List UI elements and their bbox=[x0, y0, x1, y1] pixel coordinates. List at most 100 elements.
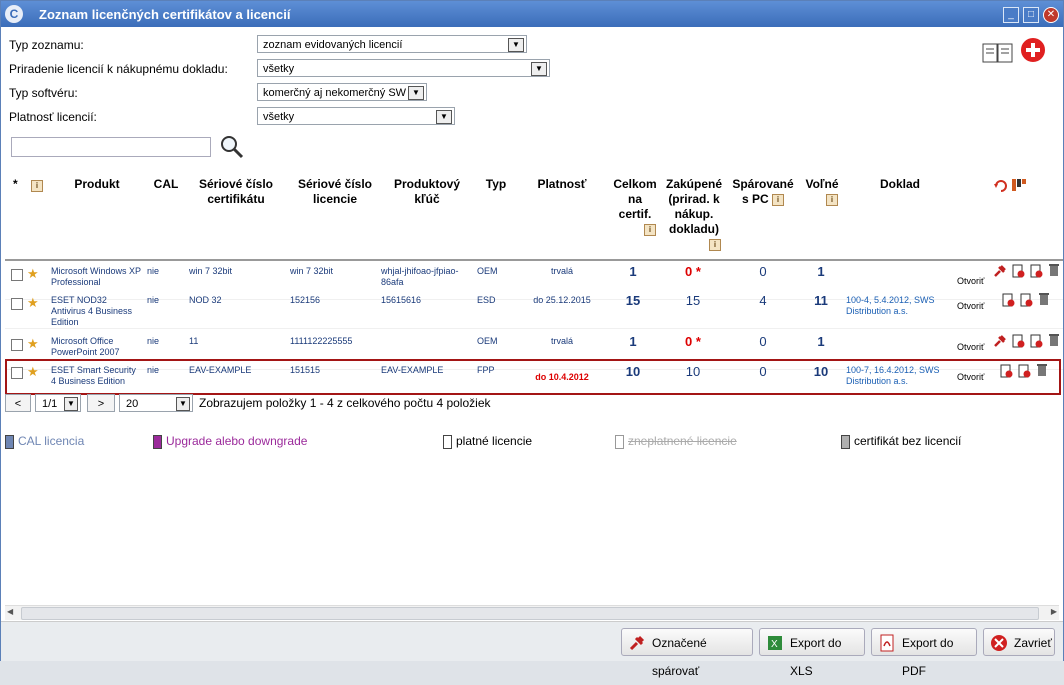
export-pdf-button[interactable]: Export do PDF bbox=[871, 628, 977, 678]
open-link[interactable]: Otvoriť bbox=[957, 301, 984, 312]
document-add-icon[interactable] bbox=[999, 364, 1013, 378]
table-row[interactable]: ★ ESET NOD32 Antivirus 4 Business Editio… bbox=[5, 292, 1063, 329]
next-page-button[interactable]: > bbox=[87, 394, 115, 412]
license-serial-cell: 152156 bbox=[290, 295, 321, 305]
pair-selected-button[interactable]: Označené spárovať bbox=[621, 628, 753, 678]
prev-page-button[interactable]: < bbox=[5, 394, 31, 412]
star-icon[interactable]: ★ bbox=[27, 266, 39, 282]
star-icon[interactable]: ★ bbox=[27, 336, 39, 352]
list-type-select[interactable]: zoznam evidovaných licencií ▼ bbox=[257, 35, 527, 53]
search-icon[interactable] bbox=[219, 134, 245, 160]
purchased-cell: 10 bbox=[665, 364, 721, 379]
validity-select[interactable]: všetky ▼ bbox=[257, 107, 455, 125]
table-row-selected[interactable]: ★ ESET Smart Security 4 Business Edition… bbox=[5, 359, 1061, 395]
license-serial-cell: 1111122225555 bbox=[290, 336, 353, 346]
document-link[interactable]: 100-7, 16.4.2012, SWS Distribution a.s. bbox=[846, 365, 956, 387]
type-cell: FPP bbox=[477, 365, 495, 375]
document-remove-icon[interactable] bbox=[1017, 364, 1031, 378]
cert-serial-cell: NOD 32 bbox=[189, 295, 222, 305]
search-input[interactable] bbox=[11, 137, 211, 157]
document-add-icon[interactable] bbox=[1001, 293, 1015, 307]
legend-valid: platné licencie bbox=[443, 434, 532, 449]
chevron-down-icon[interactable]: ▼ bbox=[176, 397, 190, 411]
product-cell[interactable]: ESET Smart Security 4 Business Edition bbox=[51, 365, 143, 387]
book-icon[interactable] bbox=[981, 41, 1015, 65]
document-remove-icon[interactable] bbox=[1019, 293, 1033, 307]
document-link[interactable]: 100-4, 5.4.2012, SWS Distribution a.s. bbox=[846, 295, 956, 317]
validity-cell: do 10.4.2012 bbox=[535, 372, 589, 382]
legend-cal: CAL licencia bbox=[5, 434, 84, 449]
cert-serial-cell: EAV-EXAMPLE bbox=[189, 365, 252, 375]
trash-icon[interactable] bbox=[1047, 333, 1061, 347]
type-cell: ESD bbox=[477, 295, 496, 305]
star-icon[interactable]: ★ bbox=[27, 295, 39, 311]
legend-label: zneplatnené licencie bbox=[628, 434, 737, 448]
scrollbar-thumb[interactable] bbox=[21, 607, 1039, 620]
scroll-right-icon[interactable]: ▶ bbox=[1051, 607, 1057, 616]
row-checkbox[interactable] bbox=[11, 269, 23, 281]
purchased-warning-mark: * bbox=[695, 334, 701, 349]
info-icon[interactable]: i bbox=[709, 238, 721, 251]
page-size-value: 20 bbox=[126, 398, 139, 410]
column-header-license-serial-line: Sériové číslo bbox=[297, 177, 373, 191]
trash-icon[interactable] bbox=[1035, 363, 1049, 377]
minimize-icon[interactable]: _ bbox=[1003, 7, 1019, 23]
open-link[interactable]: Otvoriť bbox=[957, 372, 984, 383]
chevron-down-icon[interactable]: ▼ bbox=[508, 38, 524, 52]
purchased-value: 0 bbox=[685, 264, 693, 279]
trash-icon[interactable] bbox=[1037, 292, 1051, 306]
document-add-icon[interactable] bbox=[1011, 264, 1025, 278]
chevron-down-icon[interactable]: ▼ bbox=[408, 86, 424, 100]
plug-pair-icon[interactable] bbox=[993, 264, 1007, 278]
trash-icon[interactable] bbox=[1047, 263, 1061, 277]
column-header-type: Typ bbox=[485, 177, 507, 191]
free-cell: 1 bbox=[817, 334, 825, 349]
info-icon[interactable]: i bbox=[826, 193, 838, 206]
star-icon[interactable]: ★ bbox=[27, 364, 39, 380]
plug-pair-icon[interactable] bbox=[993, 334, 1007, 348]
document-remove-icon[interactable] bbox=[1029, 264, 1043, 278]
page-size-select[interactable]: 20 ▼ bbox=[119, 394, 193, 412]
pager-info: Zobrazujem položky 1 - 4 z celkového poč… bbox=[199, 396, 491, 410]
column-header-paired: Spárované s PC i bbox=[731, 177, 795, 207]
horizontal-scrollbar[interactable]: ◀ ▶ bbox=[5, 605, 1059, 620]
document-add-icon[interactable] bbox=[1011, 334, 1025, 348]
row-checkbox[interactable] bbox=[11, 298, 23, 310]
filter-label-software-type: Typ softvéru: bbox=[9, 86, 78, 100]
refresh-icon[interactable] bbox=[993, 179, 1009, 193]
total-cell: 10 bbox=[625, 364, 641, 379]
scroll-left-icon[interactable]: ◀ bbox=[7, 607, 13, 616]
product-cell[interactable]: Microsoft Office PowerPoint 2007 bbox=[51, 336, 143, 358]
close-button[interactable]: Zavrieť bbox=[983, 628, 1055, 656]
legend-label: platné licencie bbox=[456, 434, 533, 448]
product-cell[interactable]: ESET NOD32 Antivirus 4 Business Edition bbox=[51, 295, 143, 328]
validity-value: všetky bbox=[263, 111, 295, 123]
column-header-purchased-line: Zakúpené bbox=[665, 177, 722, 191]
column-header-paired-text: s PC bbox=[741, 192, 769, 206]
chevron-down-icon[interactable]: ▼ bbox=[64, 397, 78, 411]
page-select[interactable]: 1/1 ▼ bbox=[35, 394, 81, 412]
columns-icon[interactable] bbox=[1011, 178, 1027, 192]
purchased-warning-mark: * bbox=[695, 264, 701, 279]
add-icon[interactable] bbox=[1018, 35, 1048, 65]
cal-cell: nie bbox=[147, 295, 160, 305]
row-checkbox[interactable] bbox=[11, 339, 23, 351]
assignment-select[interactable]: všetky ▼ bbox=[257, 59, 550, 77]
column-header-validity: Platnosť bbox=[537, 177, 587, 191]
free-cell: 11 bbox=[814, 293, 828, 308]
chevron-down-icon[interactable]: ▼ bbox=[531, 62, 547, 76]
export-xls-button[interactable]: X Export do XLS bbox=[759, 628, 865, 678]
info-icon[interactable]: i bbox=[772, 193, 785, 206]
open-link[interactable]: Otvoriť bbox=[957, 342, 984, 353]
product-cell[interactable]: Microsoft Windows XP Professional bbox=[51, 266, 143, 288]
open-link[interactable]: Otvoriť bbox=[957, 276, 984, 287]
row-checkbox[interactable] bbox=[11, 367, 23, 379]
chevron-down-icon[interactable]: ▼ bbox=[436, 110, 452, 124]
legend-invalidated: zneplatnené licencie bbox=[615, 434, 737, 449]
document-remove-icon[interactable] bbox=[1029, 334, 1043, 348]
close-icon[interactable]: ✕ bbox=[1043, 7, 1059, 23]
info-icon[interactable]: i bbox=[31, 180, 43, 192]
maximize-icon[interactable]: □ bbox=[1023, 7, 1039, 23]
info-icon[interactable]: i bbox=[644, 223, 656, 236]
software-type-select[interactable]: komerčný aj nekomerčný SW ▼ bbox=[257, 83, 427, 101]
